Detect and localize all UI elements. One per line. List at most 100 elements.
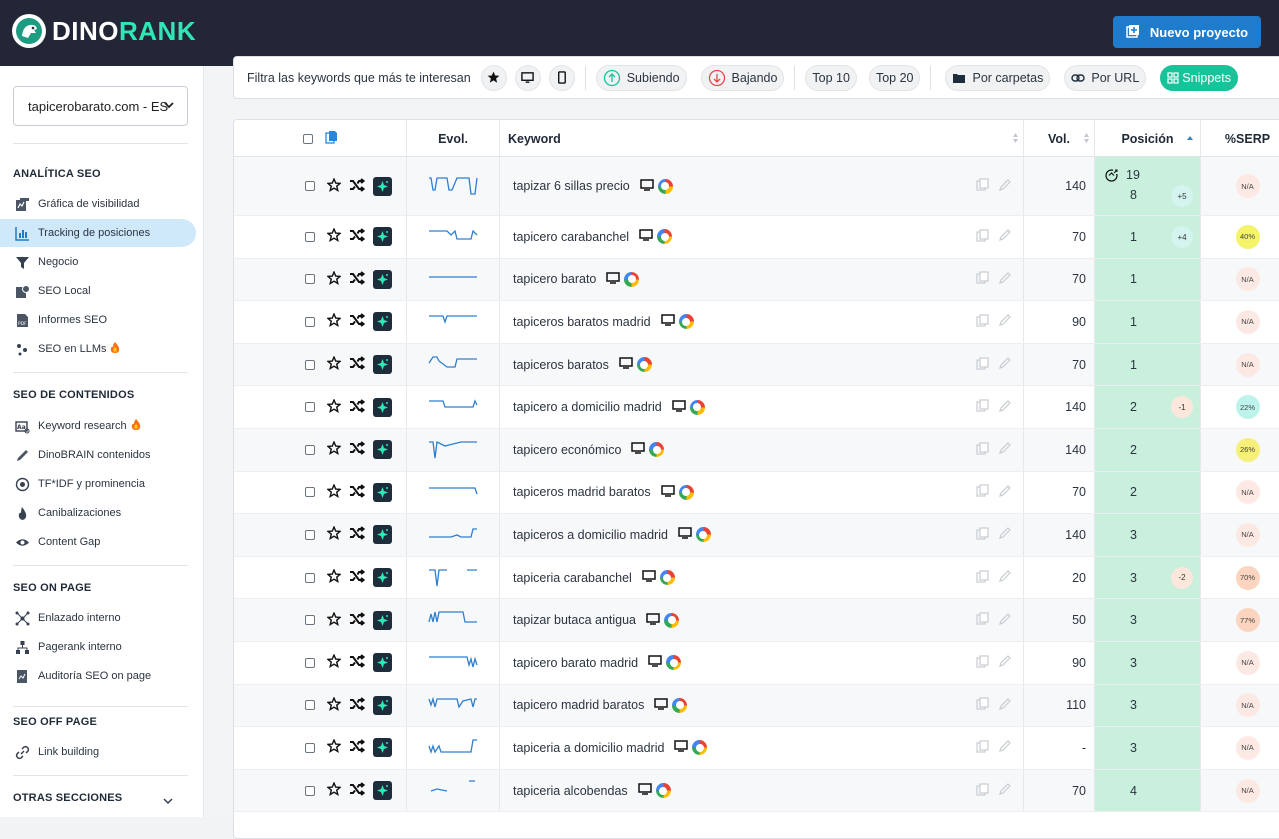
position-cell[interactable]: 2 <box>1095 471 1201 514</box>
position-cell[interactable]: 2 <box>1095 429 1201 471</box>
copy-icon[interactable] <box>976 442 989 458</box>
star-outline-icon[interactable] <box>326 568 342 586</box>
shuffle-icon[interactable] <box>349 398 366 416</box>
edit-pencil-icon[interactable] <box>998 697 1012 714</box>
keyword-cell[interactable]: tapiceria a domicilio madrid <box>500 727 1024 769</box>
position-cell[interactable]: 3 <box>1095 727 1201 769</box>
keyword-cell[interactable]: tapizar butaca antigua <box>500 599 1024 641</box>
table-row[interactable]: tapizar 6 sillas precio 140 19 8 +5 N/A <box>234 157 1279 216</box>
star-outline-icon[interactable] <box>326 397 342 416</box>
copy-icon[interactable] <box>976 740 989 756</box>
copy-icon[interactable] <box>976 178 989 194</box>
position-cell[interactable]: 4 <box>1095 769 1201 812</box>
evolution-sparkline[interactable] <box>407 258 500 301</box>
ai-sparkle-icon[interactable] <box>373 653 392 673</box>
ai-sparkle-icon[interactable] <box>373 482 392 502</box>
keyword-text[interactable]: tapiceria alcobendas <box>513 784 628 798</box>
table-row[interactable]: tapiceros a domicilio madrid 140 3 N/A <box>234 514 1279 557</box>
copy-icon[interactable] <box>976 314 989 330</box>
keyword-cell[interactable]: tapizar 6 sillas precio <box>500 157 1024 215</box>
star-outline-icon[interactable] <box>326 355 342 373</box>
edit-pencil-icon[interactable] <box>998 228 1012 245</box>
star-outline-icon[interactable] <box>326 312 342 330</box>
ai-sparkle-icon[interactable] <box>373 525 392 545</box>
keyword-text[interactable]: tapiceros madrid baratos <box>513 485 651 499</box>
edit-pencil-icon[interactable] <box>998 441 1012 458</box>
row-checkbox[interactable] <box>305 615 315 626</box>
logo[interactable]: DINORANK <box>12 14 196 48</box>
copy-icon[interactable] <box>976 399 989 415</box>
section-title[interactable]: OTRAS SECCIONES <box>13 792 122 804</box>
copy-doc-icon[interactable] <box>324 130 338 147</box>
favorites-filter[interactable] <box>480 64 507 91</box>
position-cell[interactable]: 2 -1 <box>1095 386 1201 428</box>
star-outline-icon[interactable] <box>326 696 342 714</box>
keyword-text[interactable]: tapiceros baratos <box>513 358 609 372</box>
shuffle-icon[interactable] <box>349 177 366 195</box>
keyword-cell[interactable]: tapiceria carabanchel <box>500 556 1024 599</box>
edit-pencil-icon[interactable] <box>998 313 1012 330</box>
ai-sparkle-icon[interactable] <box>373 610 392 630</box>
keyword-text[interactable]: tapicero económico <box>513 443 621 457</box>
header-evol[interactable]: Evol. <box>407 120 500 157</box>
edit-pencil-icon[interactable] <box>998 484 1012 501</box>
star-outline-icon[interactable] <box>326 610 342 629</box>
url-filter[interactable]: Por URL <box>1064 64 1147 91</box>
copy-icon[interactable] <box>976 356 989 373</box>
sidebar-item-negocio[interactable]: Negocio <box>0 248 196 276</box>
row-checkbox[interactable] <box>305 742 315 753</box>
star-outline-icon[interactable] <box>326 483 342 501</box>
position-cell[interactable]: 3 -2 <box>1095 556 1201 599</box>
position-cell[interactable]: 3 <box>1095 599 1201 641</box>
top20-filter[interactable]: Top 20 <box>868 64 921 91</box>
table-row[interactable]: tapicero a domicilio madrid 140 2 -1 22% <box>234 386 1279 429</box>
copy-icon[interactable] <box>976 271 989 287</box>
shuffle-icon[interactable] <box>349 654 366 671</box>
evolution-sparkline[interactable] <box>407 727 500 769</box>
edit-pencil-icon[interactable] <box>998 271 1012 288</box>
table-row[interactable]: tapiceros madrid baratos 70 2 N/A <box>234 471 1279 515</box>
shuffle-icon[interactable] <box>349 441 366 458</box>
snippets-filter[interactable]: Snippets <box>1160 64 1238 91</box>
star-outline-icon[interactable] <box>326 176 342 195</box>
keyword-cell[interactable]: tapicero carabanchel <box>500 216 1024 258</box>
sidebar-item-enlazado-interno[interactable]: Enlazado interno <box>0 604 196 632</box>
sidebar-item-keyword-research[interactable]: Aa Keyword research <box>0 412 196 440</box>
chevron-down-icon[interactable] <box>162 793 174 811</box>
evolution-sparkline[interactable] <box>407 556 500 599</box>
copy-icon[interactable] <box>976 655 989 671</box>
edit-pencil-icon[interactable] <box>998 654 1012 671</box>
shuffle-icon[interactable] <box>349 739 366 756</box>
sidebar-item-auditor-a-seo-on-page[interactable]: Auditoría SEO on page <box>0 662 196 690</box>
shuffle-icon[interactable] <box>349 313 366 330</box>
keyword-text[interactable]: tapicero a domicilio madrid <box>513 400 662 414</box>
keyword-text[interactable]: tapicero barato <box>513 272 596 286</box>
keyword-cell[interactable]: tapicero económico <box>500 429 1024 471</box>
row-checkbox[interactable] <box>305 274 315 285</box>
star-outline-icon[interactable] <box>326 653 342 671</box>
row-checkbox[interactable] <box>305 487 315 498</box>
row-checkbox[interactable] <box>305 181 315 191</box>
keyword-cell[interactable]: tapiceros a domicilio madrid <box>500 514 1024 556</box>
keyword-text[interactable]: tapizar 6 sillas precio <box>513 179 630 193</box>
rising-filter[interactable]: Subiendo <box>595 64 687 91</box>
copy-icon[interactable] <box>976 527 989 543</box>
keyword-text[interactable]: tapiceros baratos madrid <box>513 315 651 329</box>
table-row[interactable]: tapicero barato 70 1 N/A <box>234 258 1279 302</box>
project-select[interactable]: tapicerobarato.com - ES <box>13 86 188 126</box>
evolution-sparkline[interactable] <box>407 386 500 428</box>
copy-icon[interactable] <box>976 229 989 245</box>
shuffle-icon[interactable] <box>349 782 366 799</box>
ai-sparkle-icon[interactable] <box>373 738 392 758</box>
star-outline-icon[interactable] <box>326 525 342 543</box>
row-checkbox[interactable] <box>305 657 315 668</box>
row-checkbox[interactable] <box>305 231 315 242</box>
row-checkbox[interactable] <box>305 402 315 413</box>
keyword-text[interactable]: tapicero carabanchel <box>513 230 629 244</box>
edit-pencil-icon[interactable] <box>998 526 1012 543</box>
table-row[interactable]: tapiceros baratos 70 1 N/A <box>234 343 1279 387</box>
star-outline-icon[interactable] <box>326 738 342 756</box>
keyword-cell[interactable]: tapiceros baratos <box>500 343 1024 386</box>
keyword-text[interactable]: tapiceros a domicilio madrid <box>513 528 668 542</box>
sidebar-item-seo-local[interactable]: SEO Local <box>0 277 196 305</box>
